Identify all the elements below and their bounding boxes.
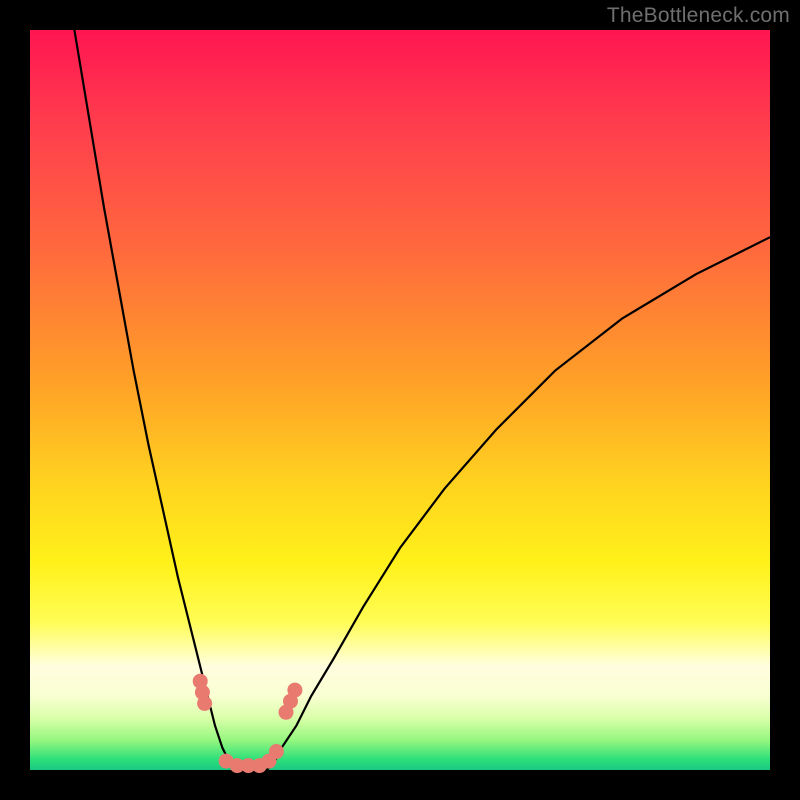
- marker-group: [193, 674, 303, 773]
- bottleneck-curve: [74, 30, 770, 770]
- data-point: [197, 696, 212, 711]
- watermark-text: TheBottleneck.com: [607, 4, 790, 28]
- chart-svg: [30, 30, 770, 770]
- curve-group: [74, 30, 770, 770]
- outer-frame: TheBottleneck.com: [0, 0, 800, 800]
- data-point: [287, 683, 302, 698]
- data-point: [269, 744, 284, 759]
- plot-area: [30, 30, 770, 770]
